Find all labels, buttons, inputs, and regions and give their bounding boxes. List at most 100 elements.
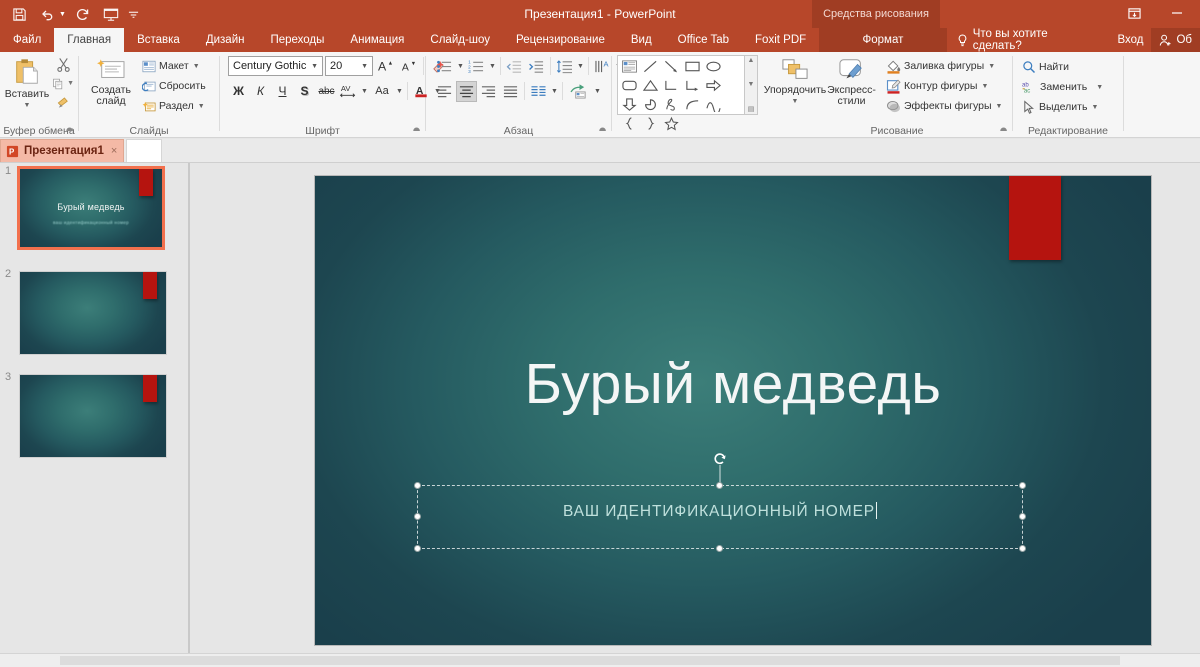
decrease-indent-button[interactable] xyxy=(504,56,525,77)
slide-title-placeholder[interactable]: Бурый медведь xyxy=(315,351,1151,417)
columns-dropdown-icon[interactable]: ▼ xyxy=(550,88,559,95)
columns-button[interactable] xyxy=(528,81,549,102)
tab-file[interactable]: Файл xyxy=(0,28,55,52)
shape-down-arrow-icon[interactable] xyxy=(619,95,640,114)
handle-top-right[interactable] xyxy=(1019,482,1026,489)
numbering-button[interactable]: 123 xyxy=(466,56,487,77)
ribbon-display-options-icon[interactable] xyxy=(1114,0,1154,26)
layout-dropdown-icon[interactable]: ▼ xyxy=(193,63,200,70)
format-painter-icon[interactable] xyxy=(52,93,74,112)
justify-button[interactable] xyxy=(500,81,521,102)
paste-button[interactable]: Вставить ▼ xyxy=(4,55,50,111)
gallery-scroll-down-icon[interactable]: ▼ xyxy=(748,81,755,88)
shape-rectangle-icon[interactable] xyxy=(682,57,703,76)
shape-rounded-rectangle-icon[interactable] xyxy=(619,76,640,95)
shape-line-icon[interactable] xyxy=(640,57,661,76)
bold-button[interactable]: Ж xyxy=(228,81,249,102)
tab-view[interactable]: Вид xyxy=(618,28,665,52)
shape-effects-dropdown-icon[interactable]: ▼ xyxy=(996,103,1003,110)
decrease-font-size-button[interactable]: A xyxy=(398,56,419,77)
underline-button[interactable]: Ч xyxy=(272,81,293,102)
line-spacing-button[interactable] xyxy=(554,56,575,77)
horizontal-scrollbar[interactable] xyxy=(0,653,1200,667)
shape-arc-icon[interactable] xyxy=(703,95,724,114)
replace-dropdown-icon[interactable]: ▼ xyxy=(1096,84,1103,91)
paste-dropdown-icon[interactable]: ▼ xyxy=(24,100,31,111)
arrange-dropdown-icon[interactable]: ▼ xyxy=(792,96,799,107)
find-button[interactable]: Найти xyxy=(1019,57,1106,77)
rotation-handle[interactable] xyxy=(713,452,727,466)
undo-dropdown-icon[interactable]: ▼ xyxy=(59,11,68,18)
copy-icon[interactable]: ▼ xyxy=(52,74,74,93)
shape-fill-button[interactable]: Заливка фигуры ▼ xyxy=(883,56,1005,76)
handle-bottom-right[interactable] xyxy=(1019,545,1026,552)
shapes-gallery-scrollbar[interactable]: ▲ ▼ ▤ xyxy=(745,55,758,115)
shape-outline-button[interactable]: Контур фигуры ▼ xyxy=(883,76,1005,96)
subtitle-text[interactable]: ВАШ ИДЕНТИФИКАЦИОННЫЙ НОМЕР xyxy=(418,502,1022,521)
change-case-button[interactable]: Aa xyxy=(370,81,394,102)
slide-thumbnail-2[interactable] xyxy=(19,271,167,355)
sign-in-link[interactable]: Вход xyxy=(1109,28,1151,52)
paragraph-dialog-launcher[interactable]: ⯊ xyxy=(597,126,608,137)
shape-curve-icon[interactable] xyxy=(682,95,703,114)
tab-slideshow[interactable]: Слайд-шоу xyxy=(417,28,503,52)
tab-design[interactable]: Дизайн xyxy=(193,28,258,52)
save-icon[interactable] xyxy=(6,2,32,26)
shape-triangle-icon[interactable] xyxy=(640,76,661,95)
tab-foxit-pdf[interactable]: Foxit PDF xyxy=(742,28,819,52)
gallery-scroll-up-icon[interactable]: ▲ xyxy=(748,57,755,64)
redo-icon[interactable] xyxy=(70,2,96,26)
character-spacing-button[interactable]: AV xyxy=(338,81,359,102)
font-size-combo[interactable]: 20 ▼ xyxy=(325,56,373,76)
numbering-dropdown-icon[interactable]: ▼ xyxy=(488,63,497,70)
bullets-button[interactable] xyxy=(434,56,455,77)
gallery-more-icon[interactable]: ▤ xyxy=(748,105,755,113)
shapes-gallery[interactable] xyxy=(617,55,745,131)
bullets-dropdown-icon[interactable]: ▼ xyxy=(456,63,465,70)
start-slideshow-icon[interactable] xyxy=(98,2,124,26)
change-case-dropdown-icon[interactable]: ▼ xyxy=(395,88,404,95)
horizontal-scrollbar-thumb[interactable] xyxy=(60,656,1120,665)
shape-effects-button[interactable]: Эффекты фигуры ▼ xyxy=(883,96,1005,116)
handle-middle-right[interactable] xyxy=(1019,513,1026,520)
slide-canvas[interactable]: Бурый медведь ВАШ ИДЕНТИФИКАЦИОННЫЙ НОМЕ… xyxy=(190,163,1200,653)
tab-office-tab[interactable]: Office Tab xyxy=(665,28,742,52)
handle-middle-left[interactable] xyxy=(414,513,421,520)
clipboard-dialog-launcher[interactable]: ⯊ xyxy=(64,126,75,137)
font-name-dropdown-icon[interactable]: ▼ xyxy=(309,63,320,70)
align-right-button[interactable] xyxy=(478,81,499,102)
section-button[interactable]: Раздел ▼ xyxy=(139,96,209,116)
tab-insert[interactable]: Вставка xyxy=(124,28,193,52)
select-dropdown-icon[interactable]: ▼ xyxy=(1091,104,1098,111)
select-button[interactable]: Выделить ▼ xyxy=(1019,97,1106,117)
tell-me-search[interactable]: Что вы хотите сделать? xyxy=(947,28,1110,52)
strikethrough-button[interactable]: abc xyxy=(316,81,337,102)
font-dialog-launcher[interactable]: ⯊ xyxy=(411,126,422,137)
section-dropdown-icon[interactable]: ▼ xyxy=(198,103,205,110)
font-name-combo[interactable]: Century Gothic ▼ xyxy=(228,56,323,76)
replace-button[interactable]: ab ac Заменить ▼ xyxy=(1019,77,1106,97)
current-slide[interactable]: Бурый медведь ВАШ ИДЕНТИФИКАЦИОННЫЙ НОМЕ… xyxy=(314,175,1152,646)
shape-elbow-connector-icon[interactable] xyxy=(661,76,682,95)
tab-home[interactable]: Главная xyxy=(54,28,125,52)
increase-indent-button[interactable] xyxy=(526,56,547,77)
shape-right-arrow-icon[interactable] xyxy=(703,76,724,95)
tab-format[interactable]: Формат xyxy=(819,28,947,52)
shape-arrow-icon[interactable] xyxy=(661,57,682,76)
document-tab-presentation1[interactable]: P Презентация1 × xyxy=(0,139,125,162)
undo-icon[interactable] xyxy=(34,2,60,26)
subtitle-placeholder-selected[interactable]: ВАШ ИДЕНТИФИКАЦИОННЫЙ НОМЕР xyxy=(414,453,1026,552)
close-icon[interactable]: × xyxy=(109,145,117,157)
smartart-dropdown-icon[interactable]: ▼ xyxy=(593,88,602,95)
customize-qat-icon[interactable] xyxy=(126,2,142,26)
shape-oval-icon[interactable] xyxy=(703,57,724,76)
shape-elbow-arrow-icon[interactable] xyxy=(682,76,703,95)
handle-top-left[interactable] xyxy=(414,482,421,489)
convert-to-smartart-button[interactable] xyxy=(566,81,592,102)
italic-button[interactable]: К xyxy=(250,81,271,102)
reset-button[interactable]: Сбросить xyxy=(139,76,209,96)
text-shadow-button[interactable]: S xyxy=(294,81,315,102)
tab-review[interactable]: Рецензирование xyxy=(503,28,618,52)
shape-textbox-icon[interactable] xyxy=(619,57,640,76)
account-button[interactable]: Об xyxy=(1151,28,1200,52)
